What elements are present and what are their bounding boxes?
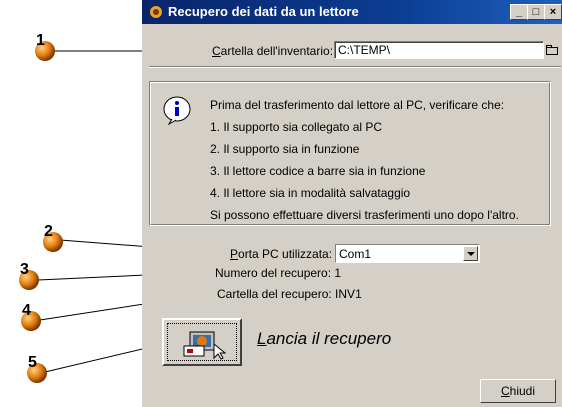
info-line: 2. Il supporto sia in funzione [210,142,360,156]
maximize-button[interactable]: □ [527,4,545,20]
callout-number: 1 [36,32,45,49]
info-line: 3. Il lettore codice a barre sia in funz… [210,164,426,178]
port-select-value: Com1 [339,247,372,261]
callout-4: 4 [20,302,42,331]
info-line: 1. Il supporto sia collegato al PC [210,120,383,134]
callout-number: 3 [20,261,29,278]
callout-number: 4 [22,302,31,319]
separator [149,66,561,68]
launch-recovery-label[interactable]: Lancia il recupero [257,329,391,349]
info-panel: Prima del trasferimento dal lettore al P… [149,81,551,226]
port-select[interactable]: Com1 [335,244,480,263]
callout-1: 1 [34,32,56,61]
info-icon [163,96,191,125]
launch-recovery-button[interactable] [162,318,242,366]
callout-2: 2 [42,223,64,252]
callout-number: 2 [44,223,53,240]
info-line: Prima del trasferimento dal lettore al P… [210,98,505,112]
app-icon [150,6,162,18]
info-line: Si possono effettuare diversi trasferime… [210,208,519,222]
info-line: 4. Il lettore sia in modalità salvataggi… [210,186,411,200]
window-title: Recupero dei dati da un lettore [168,4,359,19]
port-label: Porta PC utilizzata: [230,247,333,261]
minimize-button[interactable]: _ [510,4,528,20]
inventory-folder-label-text: artella dell'inventario: [220,44,334,58]
chevron-down-icon[interactable] [463,246,478,261]
callout-5: 5 [26,354,48,383]
inventory-folder-label: Cartella dell'inventario: [212,44,334,58]
folder-browse-icon[interactable] [546,45,558,55]
callout-3: 3 [18,261,40,290]
recovery-folder: Cartella del recupero: INV1 [217,287,362,301]
inventory-folder-input[interactable]: C:\TEMP\ [334,41,544,59]
recovery-number: Numero del recupero: 1 [215,266,342,280]
callout-number: 5 [28,354,37,371]
close-button[interactable]: Chiudi [480,379,556,403]
transfer-icon [183,331,226,360]
title-bar[interactable]: Recupero dei dati da un lettore _ □ × [142,0,562,24]
close-window-button[interactable]: × [544,4,562,20]
